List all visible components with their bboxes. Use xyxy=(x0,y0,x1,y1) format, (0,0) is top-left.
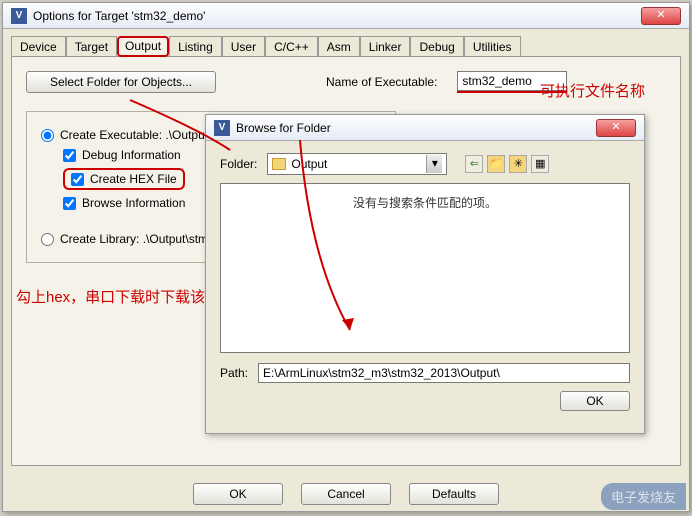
tab-device[interactable]: Device xyxy=(11,36,66,57)
path-label: Path: xyxy=(220,366,248,380)
folder-label: Folder: xyxy=(220,157,257,171)
folder-value: Output xyxy=(291,157,327,171)
anno-exec-name: 可执行文件名称 xyxy=(540,80,645,101)
tab-cpp[interactable]: C/C++ xyxy=(265,36,318,57)
app-icon: V xyxy=(11,8,27,24)
folder-combo[interactable]: Output ▾ xyxy=(267,153,447,175)
window-title: Options for Target 'stm32_demo' xyxy=(33,9,641,23)
create-hex-check[interactable] xyxy=(71,173,84,186)
select-folder-button[interactable]: Select Folder for Objects... xyxy=(26,71,216,93)
path-input[interactable] xyxy=(258,363,630,383)
debug-info-check[interactable] xyxy=(63,149,76,162)
tab-debug[interactable]: Debug xyxy=(410,36,463,57)
create-exec-radio[interactable] xyxy=(41,129,54,142)
tab-asm[interactable]: Asm xyxy=(318,36,360,57)
cancel-button[interactable]: Cancel xyxy=(301,483,391,505)
browse-close-button[interactable]: ✕ xyxy=(596,119,636,137)
name-exec-label: Name of Executable: xyxy=(326,75,437,89)
tab-listing[interactable]: Listing xyxy=(169,36,222,57)
folder-icon xyxy=(272,158,286,170)
new-folder-icon[interactable]: ✳ xyxy=(509,155,527,173)
back-icon[interactable]: ⇐ xyxy=(465,155,483,173)
tab-output[interactable]: Output xyxy=(117,36,169,57)
tab-target[interactable]: Target xyxy=(66,36,117,57)
chevron-down-icon[interactable]: ▾ xyxy=(426,155,442,173)
app-icon: V xyxy=(214,120,230,136)
defaults-button[interactable]: Defaults xyxy=(409,483,499,505)
anno-hex-note: 勾上hex，串口下载时下载该文件 xyxy=(16,286,235,307)
up-folder-icon[interactable]: 📁 xyxy=(487,155,505,173)
browse-title: Browse for Folder xyxy=(236,121,596,135)
browse-info-check[interactable] xyxy=(63,197,76,210)
tab-linker[interactable]: Linker xyxy=(360,36,411,57)
tab-utilities[interactable]: Utilities xyxy=(464,36,521,57)
view-icon[interactable]: ▦ xyxy=(531,155,549,173)
create-lib-radio[interactable] xyxy=(41,233,54,246)
browse-ok-button[interactable]: OK xyxy=(560,391,630,411)
browse-info-label: Browse Information xyxy=(82,196,185,210)
debug-info-label: Debug Information xyxy=(82,148,181,162)
create-hex-label: Create HEX File xyxy=(90,172,177,186)
watermark: 电子发烧友 xyxy=(601,483,686,510)
tab-user[interactable]: User xyxy=(222,36,265,57)
ok-button[interactable]: OK xyxy=(193,483,283,505)
tab-strip: Device Target Output Listing User C/C++ … xyxy=(3,29,689,56)
folder-list[interactable]: 没有与搜索条件匹配的项。 xyxy=(220,183,630,353)
empty-message: 没有与搜索条件匹配的项。 xyxy=(227,194,623,211)
close-button[interactable]: ✕ xyxy=(641,7,681,25)
